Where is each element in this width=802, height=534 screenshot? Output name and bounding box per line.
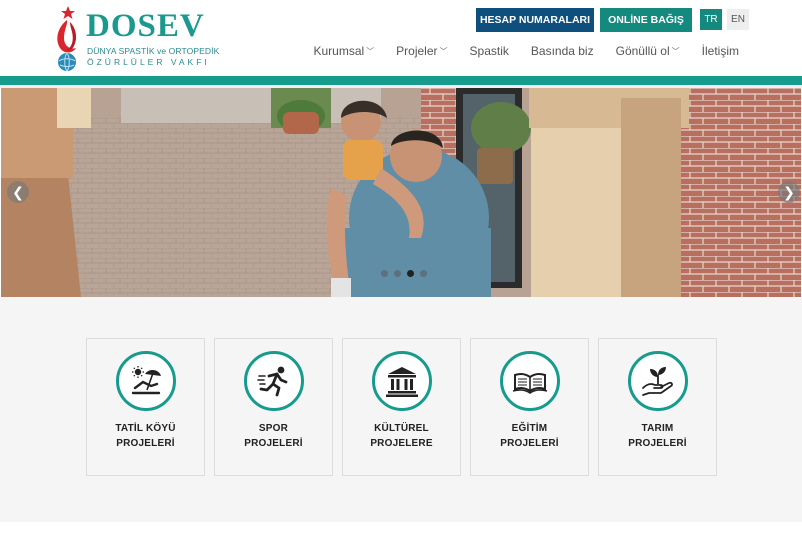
nav-item-spastik[interactable]: Spastik — [459, 44, 520, 58]
main-nav: Kurumsal ﹀ Projeler ﹀ Spastik Basında bi… — [302, 44, 750, 58]
nav-item-label: Gönüllü ol — [615, 44, 670, 58]
slider-dot-active[interactable] — [407, 270, 414, 277]
chevron-down-icon: ﹀ — [439, 46, 448, 56]
project-card-label: TARIM PROJELERİ — [603, 421, 712, 451]
nav-item-label: Spastik — [469, 44, 509, 58]
project-card-egitim[interactable]: EĞİTİM PROJELERİ — [470, 338, 589, 476]
project-card-label: TATİL KÖYÜ PROJELERİ — [91, 421, 200, 451]
nav-item-iletisim[interactable]: İletişim — [691, 44, 750, 58]
beach-umbrella-icon — [116, 351, 176, 411]
language-tr-button[interactable]: TR — [700, 9, 722, 30]
project-card-subtitle: PROJELERE — [370, 438, 433, 449]
projects-section: TATİL KÖYÜ PROJELERİ SPOR PROJELERİ KÜLT… — [0, 297, 802, 522]
chevron-down-icon: ﹀ — [366, 46, 375, 56]
project-card-subtitle: PROJELERİ — [116, 438, 175, 449]
project-card-title: KÜLTÜREL — [374, 423, 429, 434]
chevron-down-icon: ﹀ — [671, 46, 680, 56]
museum-building-icon — [372, 351, 432, 411]
account-numbers-button[interactable]: HESAP NUMARALARI — [476, 8, 594, 32]
project-card-kulturel[interactable]: KÜLTÜREL PROJELERE — [342, 338, 461, 476]
plant-in-hand-icon — [628, 351, 688, 411]
logo-subtitle-line1: DÜNYA SPASTİK ve ORTOPEDİK — [87, 46, 220, 56]
project-card-title: TARIM — [641, 423, 674, 434]
nav-item-label: İletişim — [701, 44, 739, 58]
project-card-title: SPOR — [258, 423, 289, 434]
dosev-logo[interactable]: DOSEV DÜNYA SPASTİK ve ORTOPEDİK ÖZÜRLÜL… — [50, 4, 219, 74]
header-accent-bar — [0, 76, 802, 85]
project-card-title: EĞİTİM — [511, 423, 548, 434]
project-card-tarim[interactable]: TARIM PROJELERİ — [598, 338, 717, 476]
nav-item-label: Basında biz — [530, 44, 594, 58]
open-book-icon — [500, 351, 560, 411]
logo-figure-icon — [57, 6, 77, 72]
slider-dot[interactable] — [394, 270, 401, 277]
project-card-subtitle: PROJELERİ — [628, 438, 687, 449]
project-card-spor[interactable]: SPOR PROJELERİ — [214, 338, 333, 476]
site-header: DOSEV DÜNYA SPASTİK ve ORTOPEDİK ÖZÜRLÜL… — [0, 0, 802, 76]
running-person-icon — [244, 351, 304, 411]
nav-item-label: Projeler — [396, 44, 438, 58]
nav-item-projeler[interactable]: Projeler ﹀ — [385, 44, 458, 58]
slider-pagination — [381, 270, 427, 277]
nav-item-label: Kurumsal — [313, 44, 365, 58]
slider-dot[interactable] — [420, 270, 427, 277]
nav-item-basinda-biz[interactable]: Basında biz — [520, 44, 605, 58]
nav-item-kurumsal[interactable]: Kurumsal ﹀ — [302, 44, 385, 58]
project-card-label: SPOR PROJELERİ — [219, 421, 328, 451]
language-en-button[interactable]: EN — [727, 9, 749, 30]
project-card-subtitle: PROJELERİ — [244, 438, 303, 449]
nav-item-gonullu-ol[interactable]: Gönüllü ol ﹀ — [605, 44, 691, 58]
hero-slider[interactable]: ❮ ❯ — [1, 88, 801, 297]
slider-next-button[interactable]: ❯ — [778, 181, 800, 203]
hero-slide-image — [1, 88, 801, 297]
project-card-tatil-koyu[interactable]: TATİL KÖYÜ PROJELERİ — [86, 338, 205, 476]
project-card-title: TATİL KÖYÜ — [115, 423, 176, 434]
online-donation-button[interactable]: ONLİNE BAĞIŞ — [600, 8, 692, 32]
slider-prev-button[interactable]: ❮ — [7, 181, 29, 203]
project-card-label: KÜLTÜREL PROJELERE — [347, 421, 456, 451]
project-card-subtitle: PROJELERİ — [500, 438, 559, 449]
page-bottom-strip — [0, 522, 802, 534]
slider-dot[interactable] — [381, 270, 388, 277]
project-card-label: EĞİTİM PROJELERİ — [475, 421, 584, 451]
logo-subtitle-line2: ÖZÜRLÜLER VAKFI — [87, 57, 210, 67]
logo-title: DOSEV — [86, 8, 205, 44]
